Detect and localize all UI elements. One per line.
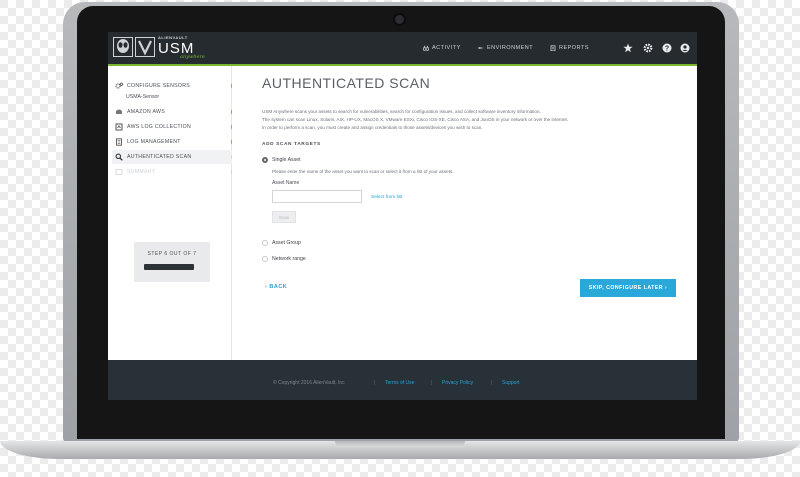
sensor-name: USMA-Sensor	[126, 94, 160, 100]
user-icon[interactable]	[679, 42, 691, 54]
sidebar-item-label: SUMMARY	[127, 169, 156, 175]
aws-log-icon	[115, 123, 123, 131]
camera-icon	[395, 15, 404, 24]
skip-configure-later-button[interactable]: SKIP, CONFIGURE LATER ›	[580, 279, 676, 297]
sidebar-item-amazon-aws[interactable]: AMAZON AWS	[112, 105, 241, 119]
laptop-notch	[335, 441, 465, 447]
radio-single-asset-label: Single Asset	[272, 157, 301, 163]
radio-network-range[interactable]	[262, 256, 268, 262]
help-icon[interactable]: ?	[661, 42, 673, 54]
single-asset-help: Please enter the name of the asset you w…	[272, 169, 454, 174]
sidebar-item-summary[interactable]: SUMMARY	[112, 165, 241, 179]
copyright-text: © Copyright 2016 AlienVault, Inc	[273, 380, 345, 386]
sidebar-item-label: LOG MANAGEMENT	[127, 139, 181, 145]
radio-asset-group[interactable]	[262, 240, 268, 246]
intro-text-1: USM Anywhere scans your assets to search…	[262, 109, 541, 114]
sidebar-item-label: AUTHENTICATED SCAN	[127, 154, 192, 160]
sidebar-item-aws-log-collection[interactable]: AWS LOG COLLECTION	[112, 120, 241, 134]
clipboard-icon	[550, 45, 556, 51]
footer-link-support[interactable]: Support	[502, 380, 520, 386]
sidebar-item-authenticated-scan[interactable]: AUTHENTICATED SCAN	[112, 150, 241, 164]
search-icon	[115, 153, 123, 161]
step-text: STEP 6 OUT OF 7	[147, 251, 197, 257]
radio-network-range-label: Network range	[272, 256, 306, 262]
nav-activity[interactable]: ACTIVITY	[423, 45, 461, 51]
step-progress-box: STEP 6 OUT OF 7	[134, 242, 210, 282]
scan-targets-heading: ADD SCAN TARGETS	[262, 142, 321, 147]
radio-asset-group-label: Asset Group	[272, 240, 301, 246]
intro-text-2: The system can scan Linux, Solaris, AIX,…	[262, 117, 569, 122]
sidebar-item-configure-sensors[interactable]: CONFIGURE SENSORS	[112, 79, 241, 93]
chevron-right-icon: ›	[663, 285, 668, 291]
log-icon	[115, 138, 123, 146]
footer-separator: |	[374, 380, 376, 386]
page-footer: © Copyright 2016 AlienVault, Inc | Terms…	[108, 360, 697, 400]
nav-environment-label: ENVIRONMENT	[487, 45, 534, 51]
back-button[interactable]: ‹ BACK	[265, 284, 287, 290]
sidebar-item-label: AWS LOG COLLECTION	[127, 124, 192, 130]
intro-text-3: In order to perform a scan, you must cre…	[262, 125, 483, 130]
footer-separator: |	[491, 380, 493, 386]
scan-button[interactable]: Scan	[272, 211, 296, 223]
app-screen: ALIENVAULT USM anywhere ACTIVITY ENVIRON…	[108, 32, 697, 400]
summary-icon	[115, 168, 123, 176]
aws-icon	[115, 108, 123, 116]
binoculars-icon	[423, 45, 429, 51]
nav-reports[interactable]: REPORTS	[550, 45, 589, 51]
nav-environment[interactable]: ENVIRONMENT	[478, 45, 533, 51]
top-navbar: ALIENVAULT USM anywhere ACTIVITY ENVIRON…	[108, 32, 697, 66]
brand-tagline: anywhere	[180, 54, 205, 60]
svg-text:?: ?	[665, 46, 669, 53]
back-label: BACK	[269, 284, 288, 290]
footer-link-privacy[interactable]: Privacy Policy	[442, 380, 473, 386]
skip-label: SKIP, CONFIGURE LATER	[588, 285, 664, 291]
footer-separator: |	[431, 380, 433, 386]
step-progress-bar	[144, 264, 194, 270]
asset-name-label: Asset Name	[272, 180, 300, 186]
sidebar-item-label: AMAZON AWS	[127, 109, 165, 115]
main-content: AUTHENTICATED SCAN USM Anywhere scans yo…	[232, 66, 697, 360]
gears-icon	[115, 82, 123, 90]
sidebar-item-log-management[interactable]: LOG MANAGEMENT	[112, 135, 241, 149]
alienvault-logo-icon[interactable]	[113, 37, 155, 57]
gear-icon[interactable]	[642, 42, 654, 54]
radio-single-asset[interactable]	[262, 157, 268, 163]
footer-link-terms[interactable]: Terms of Use	[385, 380, 414, 386]
nav-reports-label: REPORTS	[559, 45, 589, 51]
sidebar-item-label: CONFIGURE SENSORS	[127, 83, 191, 89]
asset-name-input[interactable]	[272, 190, 362, 203]
setup-sidebar: CONFIGURE SENSORS USMA-Sensor AMAZON AWS…	[108, 66, 241, 360]
nav-activity-label: ACTIVITY	[432, 45, 461, 51]
star-icon[interactable]	[622, 42, 634, 54]
select-from-list-link[interactable]: Select from list	[371, 195, 402, 200]
plane-icon	[478, 47, 484, 49]
page-title: AUTHENTICATED SCAN	[262, 75, 431, 91]
